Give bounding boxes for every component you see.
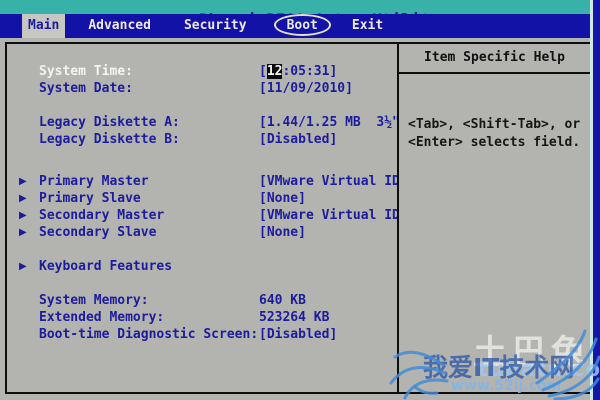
tab-main[interactable]: Main [22, 14, 66, 38]
setting-label: Legacy Diskette A: [39, 115, 180, 130]
screen-right-edge [590, 0, 600, 400]
setting-label: System Time: [39, 64, 133, 79]
setting-label: System Memory: [39, 293, 149, 308]
setting-row[interactable]: Legacy Diskette A: [1.44/1.25 MB 3½"] [19, 114, 397, 131]
setting-value[interactable]: [12:05:31] [259, 64, 337, 79]
tab-label: Exit [351, 18, 384, 33]
setting-value: 523264 KB [259, 310, 330, 325]
tab-label: Boot [286, 18, 318, 33]
setting-label: Boot-time Diagnostic Screen: [39, 327, 259, 342]
setting-row[interactable]: System Time: [12:05:31] [19, 63, 397, 80]
setting-row[interactable]: ▶ Keyboard Features [19, 258, 397, 275]
help-text-line: <Enter> selects field. [408, 135, 581, 150]
help-text-line: <Tab>, <Shift-Tab>, or [408, 117, 581, 132]
tab-security[interactable]: Security [178, 14, 253, 38]
setting-label: Legacy Diskette B: [39, 132, 180, 147]
setting-label: Secondary Master [39, 208, 165, 223]
setting-value[interactable]: [1.44/1.25 MB 3½"] [259, 115, 397, 130]
setting-label: Secondary Slave [39, 225, 157, 240]
help-panel: Item Specific Help <Tab>, <Shift-Tab>, o… [399, 44, 590, 392]
setting-value[interactable]: [Disabled] [259, 132, 337, 147]
setting-label: Primary Slave [39, 191, 141, 206]
setting-value[interactable]: [11/09/2010] [259, 81, 353, 96]
setting-row: System Memory: 640 KB [19, 292, 397, 309]
tab-boot[interactable]: Boot [273, 14, 331, 38]
setting-value[interactable]: [VMware Virtual ID] [259, 174, 397, 189]
setting-row[interactable]: System Date: [11/09/2010] [19, 80, 397, 97]
setting-row[interactable]: ▶ Primary Master [VMware Virtual ID] [19, 173, 397, 190]
setting-value: 640 KB [259, 293, 306, 308]
setting-value[interactable]: [None] [259, 191, 306, 206]
tab-exit[interactable]: Exit [346, 14, 389, 38]
menu-bar: Main Advanced Security Boot Exit [0, 14, 600, 38]
setting-label: Extended Memory: [39, 310, 165, 325]
setting-value[interactable]: [Disabled] [259, 327, 337, 342]
title-bar: PhoenixBIOS Setup Utility [0, 0, 600, 28]
setting-value[interactable]: [VMware Virtual ID] [259, 208, 397, 223]
submenu-arrow-icon: ▶ [19, 210, 27, 221]
setting-label: System Date: [39, 81, 133, 96]
content-area: System Time: [12:05:31] System Date: [11/09… [5, 42, 592, 394]
setting-row[interactable]: Legacy Diskette B: [Disabled] [19, 131, 397, 148]
setting-label: Primary Master [39, 174, 149, 189]
help-panel-title: Item Specific Help [399, 44, 590, 74]
help-panel-body: <Tab>, <Shift-Tab>, or <Enter> selects f… [399, 74, 590, 152]
bios-screen: PhoenixBIOS Setup Utility Main Advanced Se… [0, 0, 600, 400]
submenu-arrow-icon: ▶ [19, 176, 27, 187]
setting-label: Keyboard Features [39, 259, 173, 274]
setting-row[interactable]: ▶ Secondary Master [VMware Virtual ID] [19, 207, 397, 224]
tab-label: Advanced [88, 18, 151, 33]
settings-panel: System Time: [12:05:31] System Date: [11/09… [7, 44, 399, 392]
submenu-arrow-icon: ▶ [19, 227, 27, 238]
setting-row[interactable]: Boot-time Diagnostic Screen:[Disabled] [19, 326, 397, 343]
tab-label: Main [28, 18, 60, 33]
setting-row[interactable]: ▶ Secondary Slave [None] [19, 224, 397, 241]
tab-label: Security [183, 18, 247, 33]
setting-row[interactable]: ▶ Primary Slave [None] [19, 190, 397, 207]
tab-advanced[interactable]: Advanced [82, 14, 157, 38]
setting-value[interactable]: [None] [259, 225, 306, 240]
setting-row: Extended Memory: 523264 KB [19, 309, 397, 326]
submenu-arrow-icon: ▶ [19, 193, 27, 204]
edit-cursor: 12 [266, 64, 283, 79]
submenu-arrow-icon: ▶ [19, 261, 27, 272]
